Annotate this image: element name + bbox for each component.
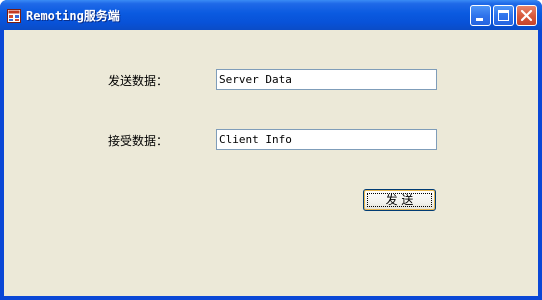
send-button[interactable]: 发 送: [363, 189, 436, 211]
send-button-label: 发 送: [385, 193, 414, 207]
receive-data-field[interactable]: [216, 129, 437, 150]
maximize-icon: [498, 10, 509, 21]
app-window: Remoting服务端 发送数据： 接受数据： 发 送: [0, 0, 542, 300]
send-data-label: 发送数据：: [108, 74, 169, 88]
close-icon: [520, 9, 533, 22]
window-title: Remoting服务端: [26, 9, 120, 23]
application-icon[interactable]: [7, 8, 21, 23]
minimize-icon: [476, 18, 483, 21]
title-bar[interactable]: Remoting服务端: [0, 0, 542, 30]
maximize-button[interactable]: [493, 5, 514, 26]
form-client-area: 发送数据： 接受数据： 发 送: [4, 30, 538, 296]
send-data-field[interactable]: [216, 69, 437, 90]
close-button[interactable]: [516, 5, 537, 26]
receive-data-label: 接受数据：: [108, 134, 169, 148]
minimize-button[interactable]: [470, 5, 491, 26]
